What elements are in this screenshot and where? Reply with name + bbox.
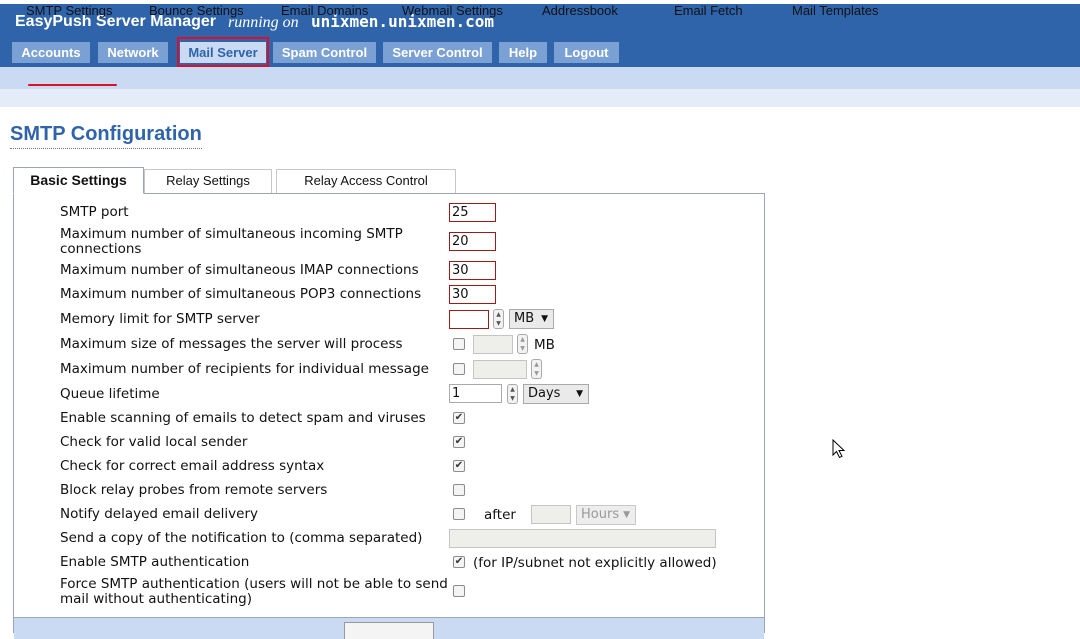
- subnav-mail-templates[interactable]: Mail Templates: [792, 3, 878, 18]
- smtp-port-input[interactable]: 25: [449, 203, 496, 222]
- check-syntax-checkbox[interactable]: ✔: [453, 460, 465, 472]
- save-button[interactable]: [344, 622, 434, 639]
- notification-copy-label: Send a copy of the notification to (comm…: [60, 530, 423, 546]
- subnav-webmail-settings[interactable]: Webmail Settings: [402, 3, 503, 18]
- subnav-email-fetch[interactable]: Email Fetch: [674, 3, 743, 18]
- max-recipients-label: Maximum number of recipients for individ…: [60, 361, 429, 377]
- block-relay-probes-checkbox[interactable]: [453, 484, 465, 496]
- tab-relay-access-control[interactable]: Relay Access Control: [276, 169, 456, 193]
- max-recipients-spinner-icon[interactable]: ▲ ▼: [531, 359, 542, 379]
- memory-limit-spinner-icon[interactable]: ▲ ▼: [493, 309, 504, 329]
- max-smtp-connections-input[interactable]: 20: [449, 232, 496, 251]
- check-local-sender-label: Check for valid local sender: [60, 434, 248, 450]
- tab-help[interactable]: Help: [499, 42, 547, 63]
- check-local-sender-checkbox[interactable]: ✔: [453, 436, 465, 448]
- subnav-bounce-settings[interactable]: Bounce Settings: [149, 3, 244, 18]
- max-message-size-unit: MB: [534, 337, 555, 353]
- queue-lifetime-spinner-icon[interactable]: ▲ ▼: [507, 384, 518, 404]
- sub-nav: [0, 67, 1080, 89]
- force-smtp-auth-checkbox[interactable]: [453, 585, 465, 597]
- scan-spam-viruses-checkbox[interactable]: ✔: [453, 412, 465, 424]
- subnav-addressbook[interactable]: Addressbook: [542, 3, 618, 18]
- active-tab-highlight: [177, 37, 269, 67]
- max-message-size-spinner-icon[interactable]: ▲ ▼: [517, 334, 528, 354]
- check-syntax-label: Check for correct email address syntax: [60, 458, 325, 474]
- tab-spam-control[interactable]: Spam Control: [273, 42, 376, 63]
- queue-lifetime-label: Queue lifetime: [60, 386, 160, 402]
- notify-delayed-label: Notify delayed email delivery: [60, 506, 258, 522]
- memory-limit-label: Memory limit for SMTP server: [60, 311, 260, 327]
- queue-lifetime-unit-value: Days: [528, 386, 561, 401]
- memory-limit-input[interactable]: [449, 310, 489, 329]
- smtp-auth-note: (for IP/subnet not explicitly allowed): [473, 555, 717, 571]
- max-recipients-checkbox[interactable]: [453, 363, 465, 375]
- smtp-port-label: SMTP port: [60, 204, 129, 220]
- memory-limit-unit-value: MB: [514, 311, 535, 326]
- max-message-size-label: Maximum size of messages the server will…: [60, 336, 403, 352]
- notify-delay-unit-select[interactable]: Hours ▼: [576, 505, 636, 525]
- max-smtp-connections-label: Maximum number of simultaneous incoming …: [60, 226, 403, 257]
- max-recipients-input[interactable]: [473, 360, 527, 379]
- tab-server-control[interactable]: Server Control: [383, 42, 492, 63]
- force-smtp-auth-label: Force SMTP authentication (users will no…: [60, 576, 448, 607]
- smtp-auth-label: Enable SMTP authentication: [60, 554, 250, 570]
- max-pop3-connections-label: Maximum number of simultaneous POP3 conn…: [60, 286, 422, 302]
- tab-accounts[interactable]: Accounts: [12, 42, 90, 63]
- page-title: SMTP Configuration: [10, 123, 202, 149]
- tab-network[interactable]: Network: [98, 42, 168, 63]
- notify-delayed-checkbox[interactable]: [453, 508, 465, 520]
- subnav-divider: [0, 89, 1080, 107]
- tab-logout[interactable]: Logout: [554, 42, 619, 63]
- subnav-smtp-settings[interactable]: SMTP Settings: [26, 3, 112, 18]
- queue-lifetime-unit-select[interactable]: Days ▼: [523, 384, 589, 404]
- max-imap-connections-label: Maximum number of simultaneous IMAP conn…: [60, 262, 419, 278]
- subnav-email-domains[interactable]: Email Domains: [281, 3, 368, 18]
- notify-delay-input[interactable]: [531, 505, 571, 524]
- dropdown-arrow-icon: ▼: [541, 314, 548, 324]
- mouse-cursor-icon: [832, 439, 846, 459]
- active-subnav-underline: [28, 84, 117, 86]
- dropdown-arrow-icon: ▼: [623, 510, 630, 520]
- dropdown-arrow-icon: ▼: [576, 389, 583, 399]
- max-message-size-input[interactable]: [473, 335, 513, 354]
- notification-copy-input[interactable]: [449, 529, 716, 548]
- block-relay-probes-label: Block relay probes from remote servers: [60, 482, 328, 498]
- notify-delay-unit-value: Hours: [581, 507, 620, 522]
- smtp-auth-checkbox[interactable]: ✔: [453, 556, 465, 568]
- tab-basic-settings[interactable]: Basic Settings: [13, 167, 144, 194]
- notify-after-label: after: [484, 507, 516, 523]
- queue-lifetime-input[interactable]: 1: [449, 384, 502, 403]
- scan-spam-viruses-label: Enable scanning of emails to detect spam…: [60, 410, 426, 426]
- memory-limit-unit-select[interactable]: MB ▼: [509, 309, 554, 329]
- max-pop3-connections-input[interactable]: 30: [449, 285, 496, 304]
- tab-relay-settings[interactable]: Relay Settings: [144, 169, 272, 193]
- max-message-size-checkbox[interactable]: [453, 338, 465, 350]
- max-imap-connections-input[interactable]: 30: [449, 261, 496, 280]
